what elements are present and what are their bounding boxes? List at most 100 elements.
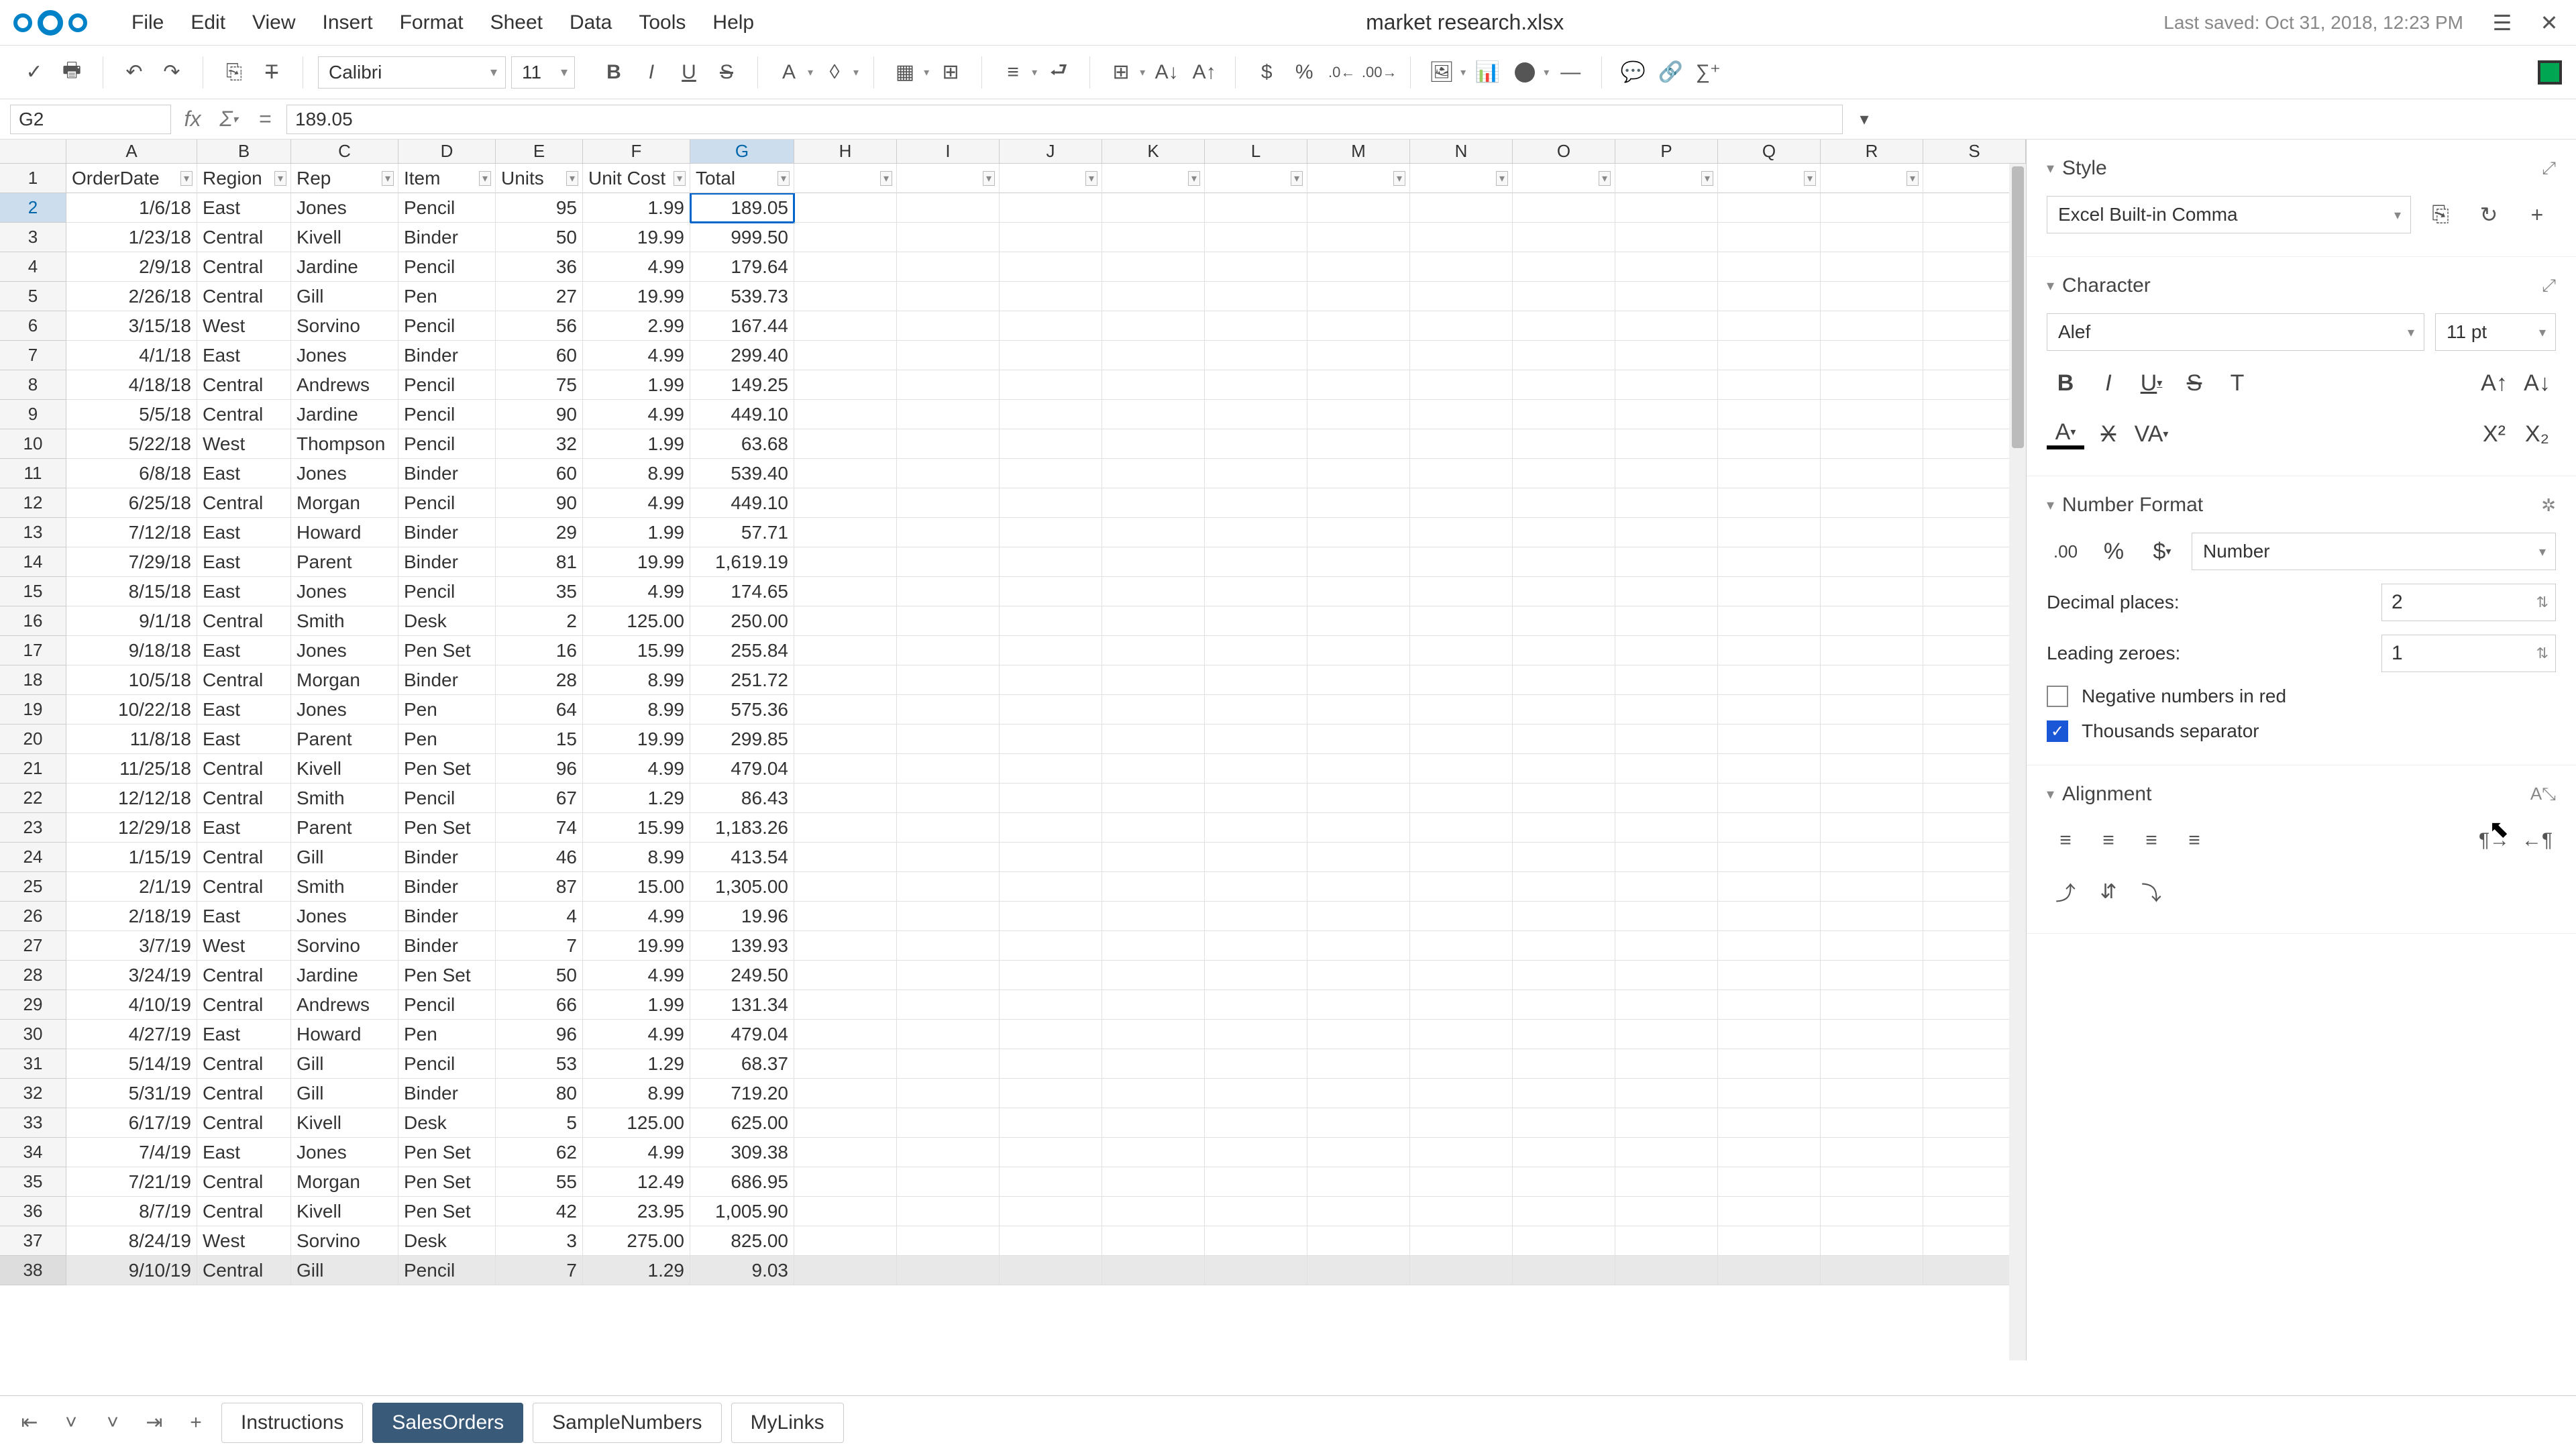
cell[interactable]: Sorvino xyxy=(291,931,398,961)
formula-input[interactable]: 189.05 xyxy=(286,105,1843,134)
cell[interactable] xyxy=(1410,724,1513,754)
cell[interactable]: Pen Set xyxy=(398,1167,496,1197)
char-size-select[interactable]: 11 pt xyxy=(2435,313,2556,351)
cell[interactable] xyxy=(1410,872,1513,902)
cell[interactable]: Pen Set xyxy=(398,1138,496,1167)
cell[interactable]: Andrews xyxy=(291,990,398,1020)
cell[interactable]: 4.99 xyxy=(583,577,690,606)
row-header[interactable]: 27 xyxy=(0,931,66,961)
cell[interactable]: Central xyxy=(197,223,291,252)
cell[interactable]: 1,305.00 xyxy=(690,872,794,902)
cell[interactable]: 5/31/19 xyxy=(66,1079,197,1108)
cell[interactable]: Binder xyxy=(398,518,496,547)
align-button[interactable]: ≡ xyxy=(997,56,1029,89)
cell[interactable]: 15.99 xyxy=(583,813,690,843)
row-header[interactable]: 7 xyxy=(0,341,66,370)
cell[interactable] xyxy=(1410,547,1513,577)
cell[interactable]: East xyxy=(197,813,291,843)
decimal-places-input[interactable]: 2 xyxy=(2381,584,2556,621)
cell[interactable] xyxy=(1102,282,1205,311)
cell[interactable] xyxy=(794,370,897,400)
cell[interactable] xyxy=(1410,370,1513,400)
cell[interactable]: 1,619.19 xyxy=(690,547,794,577)
cell[interactable]: 64 xyxy=(496,695,583,724)
spacing-icon[interactable]: VA▾ xyxy=(2133,415,2170,453)
cell[interactable] xyxy=(1102,784,1205,813)
cell[interactable]: 2 xyxy=(496,606,583,636)
cell[interactable] xyxy=(897,1197,1000,1226)
row-header[interactable]: 38 xyxy=(0,1256,66,1285)
cell[interactable] xyxy=(794,341,897,370)
col-header-J[interactable]: J xyxy=(1000,140,1102,163)
cell[interactable]: 4.99 xyxy=(583,1020,690,1049)
cell[interactable] xyxy=(1821,1167,1923,1197)
cell[interactable] xyxy=(1000,193,1102,223)
row-header[interactable]: 18 xyxy=(0,665,66,695)
cell[interactable]: 57.71 xyxy=(690,518,794,547)
cell[interactable] xyxy=(1615,518,1718,547)
cell[interactable] xyxy=(1102,459,1205,488)
dropdown-icon[interactable]: ▾ xyxy=(1140,66,1145,79)
col-header-M[interactable]: M xyxy=(1307,140,1410,163)
cell[interactable]: East xyxy=(197,341,291,370)
cell[interactable] xyxy=(1205,1197,1307,1226)
cell[interactable] xyxy=(794,754,897,784)
cell[interactable] xyxy=(1307,1079,1410,1108)
cell[interactable] xyxy=(794,606,897,636)
cell[interactable] xyxy=(1205,488,1307,518)
cell[interactable]: 90 xyxy=(496,400,583,429)
cell[interactable] xyxy=(1513,636,1615,665)
cell[interactable] xyxy=(1205,636,1307,665)
cell[interactable] xyxy=(1718,341,1821,370)
cell[interactable] xyxy=(1000,843,1102,872)
cell[interactable] xyxy=(1821,193,1923,223)
cell[interactable] xyxy=(1410,1256,1513,1285)
cell[interactable]: 68.37 xyxy=(690,1049,794,1079)
clear-char-icon[interactable]: X xyxy=(2090,415,2127,453)
cell[interactable]: 8/15/18 xyxy=(66,577,197,606)
cell[interactable] xyxy=(1000,606,1102,636)
cell[interactable] xyxy=(1821,1020,1923,1049)
cell[interactable] xyxy=(1205,1079,1307,1108)
cell[interactable]: Pencil xyxy=(398,990,496,1020)
cell[interactable]: Desk xyxy=(398,1226,496,1256)
cell[interactable] xyxy=(794,1020,897,1049)
menu-tools[interactable]: Tools xyxy=(627,5,698,41)
cell[interactable] xyxy=(897,843,1000,872)
cell[interactable] xyxy=(1615,282,1718,311)
cell[interactable] xyxy=(1718,1138,1821,1167)
row-header[interactable]: 34 xyxy=(0,1138,66,1167)
cell[interactable] xyxy=(1718,665,1821,695)
cell[interactable] xyxy=(1821,872,1923,902)
cell[interactable] xyxy=(897,282,1000,311)
cell[interactable]: Central xyxy=(197,1049,291,1079)
cell[interactable]: 15 xyxy=(496,724,583,754)
bold-toggle[interactable]: B xyxy=(2047,364,2084,402)
cell[interactable] xyxy=(1513,784,1615,813)
cell[interactable]: 8.99 xyxy=(583,695,690,724)
cell[interactable] xyxy=(1821,665,1923,695)
cell[interactable] xyxy=(1718,429,1821,459)
cell[interactable] xyxy=(897,724,1000,754)
cell[interactable] xyxy=(1718,636,1821,665)
row-header[interactable]: 9 xyxy=(0,400,66,429)
cell[interactable] xyxy=(1615,872,1718,902)
cell[interactable] xyxy=(1718,1256,1821,1285)
cell[interactable] xyxy=(1000,577,1102,606)
cell[interactable] xyxy=(1102,990,1205,1020)
col-header-K[interactable]: K xyxy=(1102,140,1205,163)
cell[interactable]: 309.38 xyxy=(690,1138,794,1167)
cell[interactable]: 8.99 xyxy=(583,459,690,488)
cell[interactable] xyxy=(1307,636,1410,665)
cell[interactable] xyxy=(1205,961,1307,990)
insert-rows-button[interactable]: ⊞ xyxy=(1105,56,1137,89)
cell[interactable]: Gill xyxy=(291,1049,398,1079)
cell[interactable]: 4.99 xyxy=(583,341,690,370)
cell[interactable] xyxy=(1513,754,1615,784)
cell[interactable]: 686.95 xyxy=(690,1167,794,1197)
sheet-tab[interactable]: SalesOrders xyxy=(372,1403,523,1443)
cell[interactable] xyxy=(1615,1079,1718,1108)
cell[interactable] xyxy=(1615,902,1718,931)
cell[interactable]: 1.99 xyxy=(583,193,690,223)
cell[interactable]: 96 xyxy=(496,1020,583,1049)
